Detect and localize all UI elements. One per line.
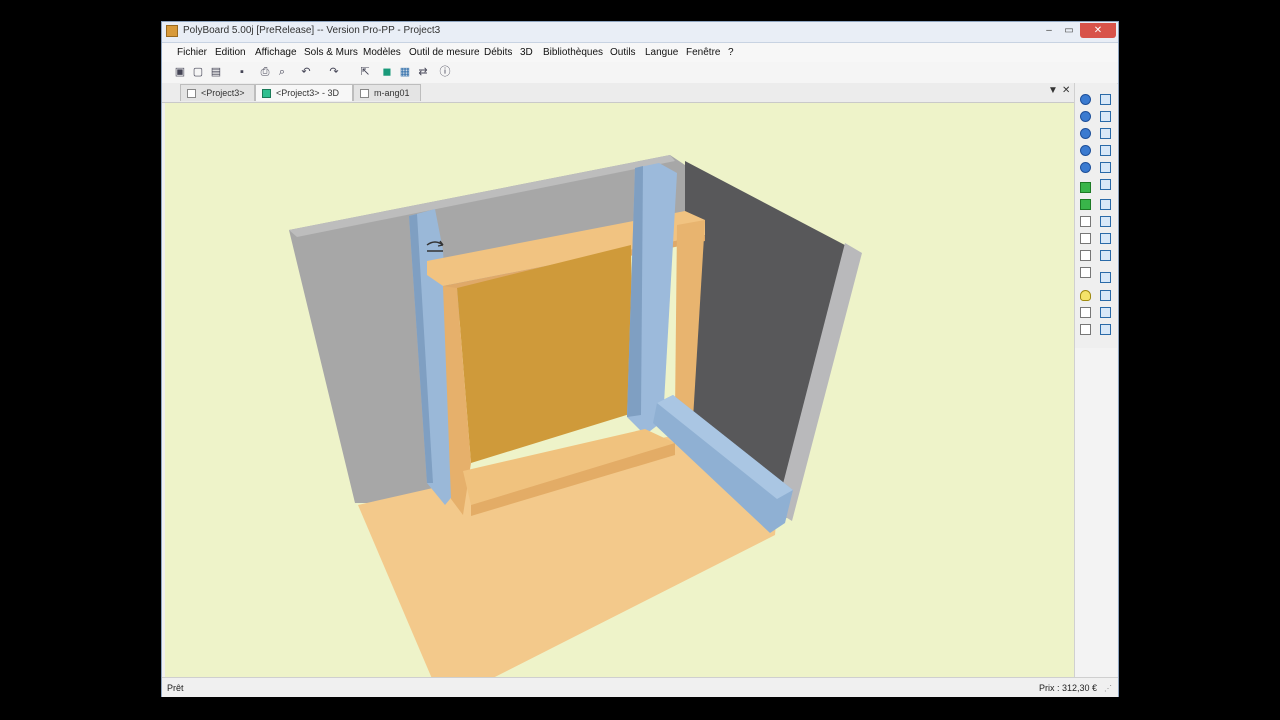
view-top-icon[interactable] <box>1100 162 1111 173</box>
main-toolbar: ▣ ▢ ▤ ▪ ⎙ ⌕ ↶ ↷ ⇱ ◼ ▦ ⇄ ⓘ <box>162 62 1118 84</box>
side-toolbar-background <box>1074 348 1117 677</box>
iso-view-6-icon[interactable] <box>1100 290 1111 301</box>
view-box-icon[interactable] <box>1100 94 1111 105</box>
view-side-toolbar <box>1074 83 1117 348</box>
iso-view-1-icon[interactable] <box>1100 199 1111 210</box>
tab-label: <Project3> <box>201 88 245 98</box>
tab-close-icon[interactable]: ✕ <box>1062 85 1070 96</box>
iso-view-7-icon[interactable] <box>1100 307 1111 318</box>
rotate-right-icon[interactable] <box>1080 111 1091 122</box>
status-text: Prêt <box>167 683 184 693</box>
menu-bar: Fichier Edition Affichage Sols & Murs Mo… <box>162 43 1118 62</box>
menu-modeles[interactable]: Modèles <box>363 47 401 58</box>
tab-label: m-ang01 <box>374 88 410 98</box>
maximize-button[interactable]: ▭ <box>1059 23 1079 38</box>
menu-debits[interactable]: Débits <box>484 47 512 58</box>
menu-fichier[interactable]: Fichier <box>177 47 207 58</box>
title-bar[interactable]: PolyBoard 5.00j [PreRelease] -- Version … <box>162 22 1118 43</box>
redo-icon[interactable]: ↷ <box>327 65 341 79</box>
view-back-icon[interactable] <box>1100 145 1111 156</box>
transparent-render-icon[interactable] <box>1080 216 1091 227</box>
menu-outils[interactable]: Outils <box>610 47 636 58</box>
arrows-icon[interactable]: ⇄ <box>416 65 430 79</box>
new-file-icon[interactable]: ▢ <box>191 65 205 79</box>
cube-view-icon[interactable]: ◼ <box>380 65 394 79</box>
menu-3d[interactable]: 3D <box>520 47 533 58</box>
view-side-icon[interactable] <box>1100 128 1111 139</box>
application-window: PolyBoard 5.00j [PreRelease] -- Version … <box>161 21 1119 697</box>
3d-viewport[interactable] <box>165 103 1074 677</box>
window-view-icon[interactable]: ▦ <box>398 65 412 79</box>
wireframe-render-icon[interactable] <box>1080 233 1091 244</box>
open-folder-icon[interactable]: ▤ <box>209 65 223 79</box>
menu-sols-murs[interactable]: Sols & Murs <box>304 47 358 58</box>
material-icon[interactable] <box>1080 324 1091 335</box>
tab-project3-3d[interactable]: <Project3> - 3D <box>255 84 353 101</box>
iso-view-3-icon[interactable] <box>1100 233 1111 244</box>
tab-m-ang01[interactable]: m-ang01 <box>353 84 421 101</box>
status-bar: Prêt Prix : 312,30 € ⋰ <box>162 677 1118 697</box>
document-tab-bar: <Project3> <Project3> - 3D m-ang01 ▼ ✕ <box>162 83 1074 103</box>
print-preview-icon[interactable]: ⌕ <box>275 65 289 79</box>
minimize-button[interactable]: – <box>1039 23 1059 38</box>
rotate-left-icon[interactable] <box>1080 94 1091 105</box>
menu-bibliotheques[interactable]: Bibliothèques <box>543 47 603 58</box>
save-icon[interactable]: ▪ <box>235 65 249 79</box>
menu-edition[interactable]: Edition <box>215 47 246 58</box>
iso-view-5-icon[interactable] <box>1100 272 1111 283</box>
resize-grip-icon[interactable]: ⋰ <box>1104 684 1114 694</box>
tab-project3[interactable]: <Project3> <box>180 84 255 101</box>
iso-view-4-icon[interactable] <box>1100 250 1111 261</box>
menu-fenetre[interactable]: Fenêtre <box>686 47 720 58</box>
rotate-down-icon[interactable] <box>1080 145 1091 156</box>
hidden-lines-icon[interactable] <box>1080 267 1091 278</box>
light-bulb-icon[interactable] <box>1080 290 1091 301</box>
tab-label: <Project3> - 3D <box>276 88 340 98</box>
price-readout: Prix : 312,30 € <box>1038 683 1097 693</box>
app-logo-icon <box>166 25 178 37</box>
iso-view-8-icon[interactable] <box>1100 324 1111 335</box>
menu-outil-de-mesure[interactable]: Outil de mesure <box>409 47 480 58</box>
menu-langue[interactable]: Langue <box>645 47 678 58</box>
info-icon[interactable]: ⓘ <box>438 65 452 79</box>
view-bottom-icon[interactable] <box>1100 179 1111 190</box>
document-icon <box>360 89 369 99</box>
outline-render-icon[interactable] <box>1080 250 1091 261</box>
new-document-icon[interactable]: ▣ <box>173 65 187 79</box>
undo-icon[interactable]: ↶ <box>299 65 313 79</box>
menu-help[interactable]: ? <box>728 47 734 58</box>
iso-view-2-icon[interactable] <box>1100 216 1111 227</box>
window-title: PolyBoard 5.00j [PreRelease] -- Version … <box>183 25 441 36</box>
tab-list-dropdown-icon[interactable]: ▼ <box>1048 85 1058 96</box>
auto-rotate-icon[interactable] <box>1080 162 1091 173</box>
document-icon <box>187 89 196 99</box>
cube-icon <box>262 89 271 99</box>
menu-affichage[interactable]: Affichage <box>255 47 297 58</box>
view-front-icon[interactable] <box>1100 111 1111 122</box>
print-icon[interactable]: ⎙ <box>258 65 272 79</box>
export-icon[interactable]: ⇱ <box>358 65 372 79</box>
solid-render-icon[interactable] <box>1080 182 1091 193</box>
grid-icon[interactable] <box>1080 307 1091 318</box>
shaded-render-icon[interactable] <box>1080 199 1091 210</box>
rotate-up-icon[interactable] <box>1080 128 1091 139</box>
close-button[interactable]: ✕ <box>1080 23 1116 38</box>
